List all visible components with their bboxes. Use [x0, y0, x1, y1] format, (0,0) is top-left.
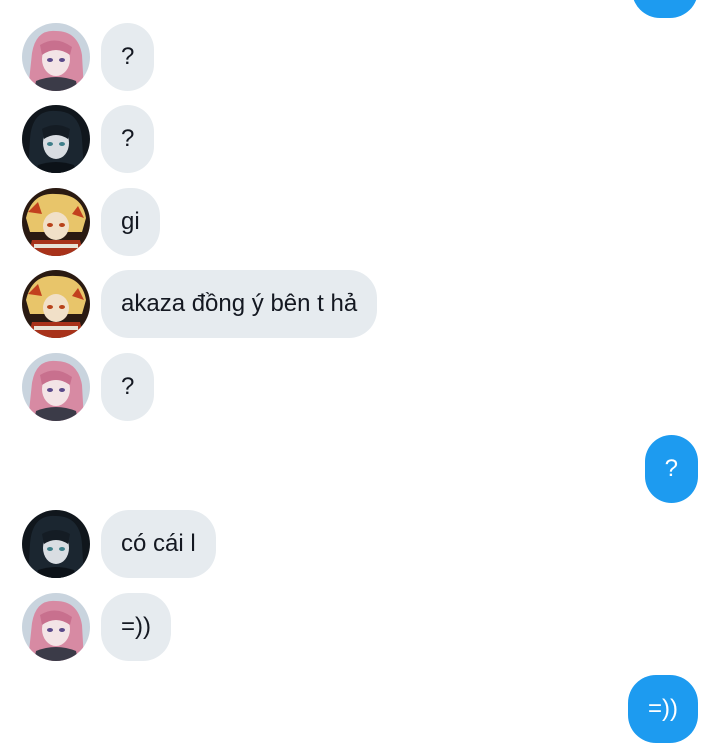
incoming-message-bubble[interactable]: gi [101, 188, 160, 256]
sender-avatar-pink-hair[interactable] [22, 353, 90, 421]
sender-avatar-dark-hair[interactable] [22, 510, 90, 578]
incoming-message-bubble[interactable]: ? [101, 23, 155, 91]
outgoing-message-bubble[interactable]: =)) [628, 675, 698, 743]
incoming-message-bubble[interactable]: akaza đồng ý bên t hả [101, 270, 378, 338]
incoming-message-bubble[interactable]: ? [101, 105, 155, 173]
incoming-message-bubble[interactable]: =)) [101, 593, 171, 661]
outgoing-message-bubble-partial[interactable] [632, 0, 698, 18]
sender-avatar-pink-hair[interactable] [22, 593, 90, 661]
incoming-message-bubble[interactable]: có cái l [101, 510, 216, 578]
incoming-message-bubble[interactable]: ? [101, 353, 155, 421]
sender-avatar-dark-hair[interactable] [22, 105, 90, 173]
sender-avatar-pink-hair[interactable] [22, 23, 90, 91]
outgoing-message-bubble[interactable]: ? [644, 435, 698, 503]
sender-avatar-blond-flame[interactable] [22, 270, 90, 338]
sender-avatar-blond-flame[interactable] [22, 188, 90, 256]
